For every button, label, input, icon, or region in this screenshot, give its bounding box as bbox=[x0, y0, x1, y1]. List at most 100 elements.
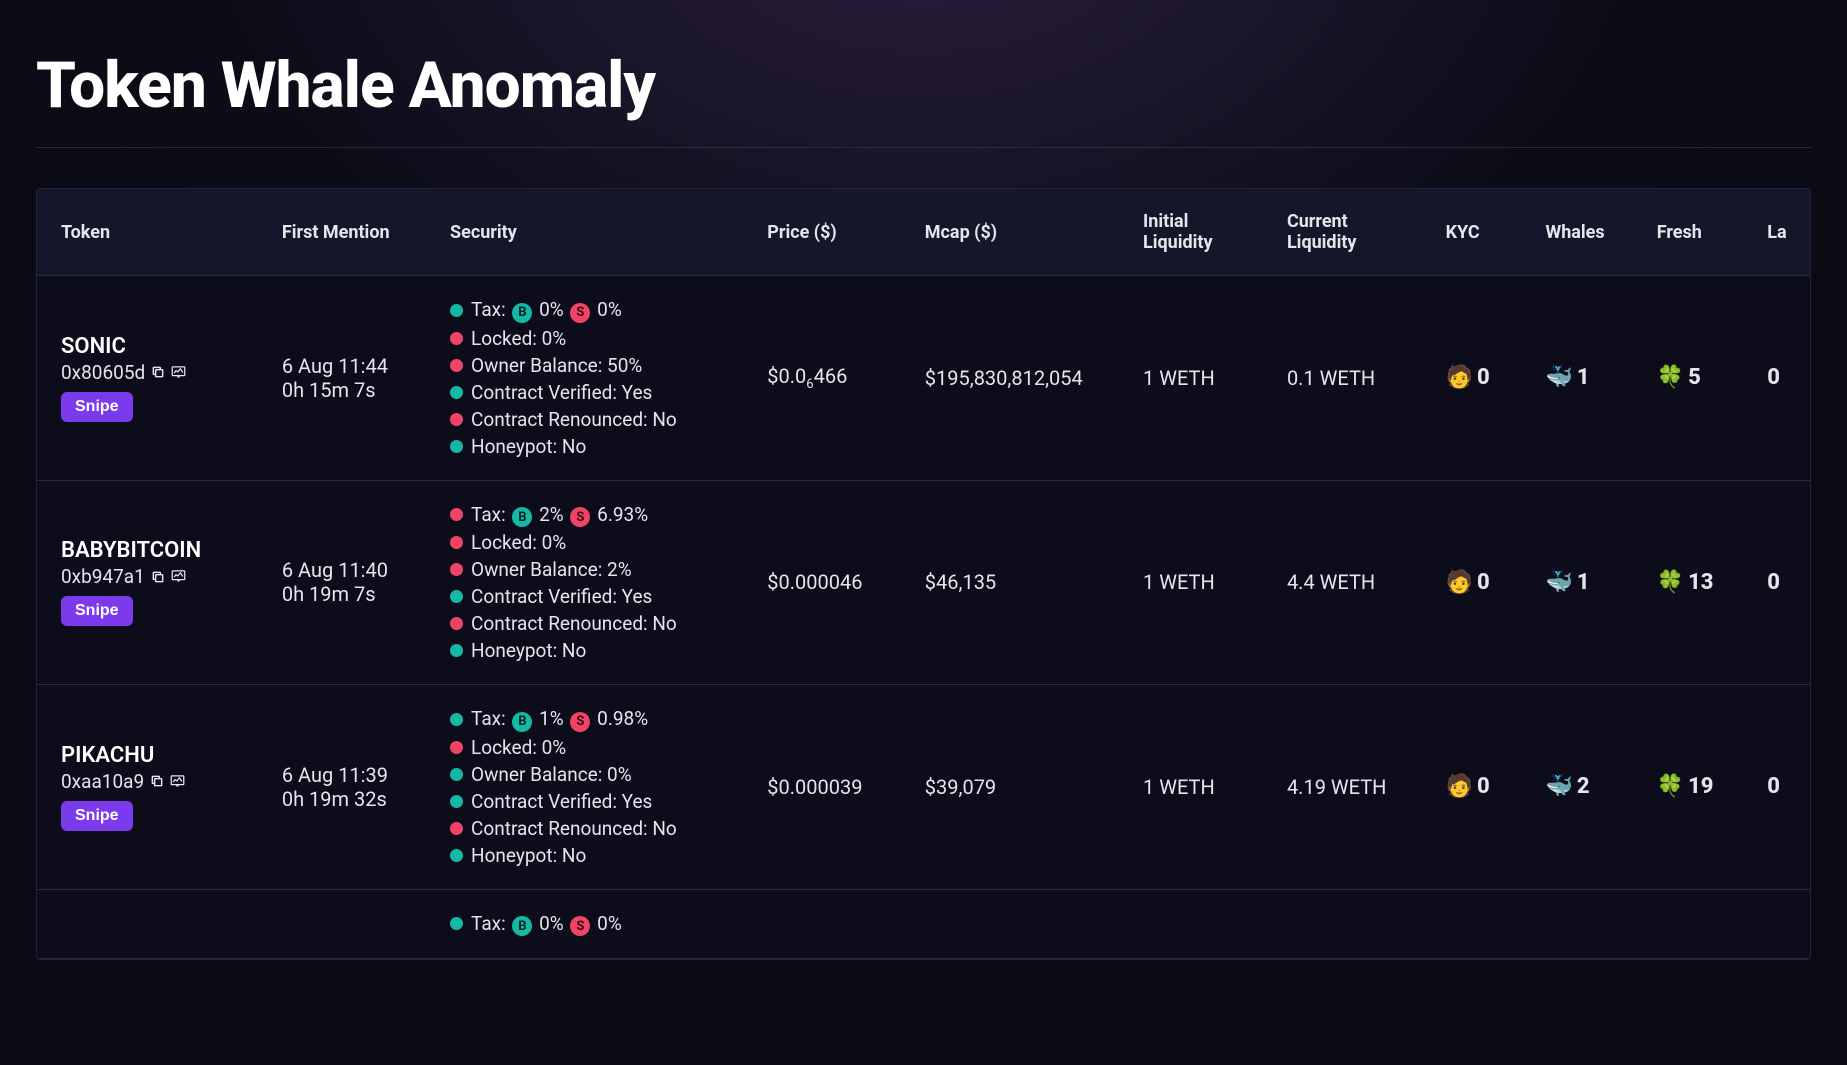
cell-la: 0 bbox=[1753, 480, 1810, 685]
security-owner: Owner Balance: 2% bbox=[450, 558, 739, 581]
status-dot-green-icon bbox=[450, 590, 463, 603]
buy-badge-icon: B bbox=[512, 712, 532, 732]
security-tax: Tax: B 0% S 0% bbox=[450, 298, 739, 323]
cell-kyc: 🧑0 bbox=[1432, 276, 1532, 481]
page-title: Token Whale Anomaly bbox=[36, 48, 1811, 123]
cell-security: Tax: B 1% S 0.98% Locked: 0% Owner Balance… bbox=[436, 685, 753, 890]
cell-first-mention bbox=[268, 889, 436, 959]
token-name: PIKACHU bbox=[61, 743, 254, 768]
security-renounced: Contract Renounced: No bbox=[450, 612, 739, 635]
first-mention-relative: 0h 15m 7s bbox=[282, 378, 422, 402]
cell-mcap: $195,830,812,054 bbox=[911, 276, 1129, 481]
cell-current-liquidity: 4.19 WETH bbox=[1273, 685, 1432, 890]
first-mention-date: 6 Aug 11:44 bbox=[282, 354, 422, 378]
cell-la bbox=[1753, 889, 1810, 959]
cell-price: $0.000046 bbox=[753, 480, 911, 685]
security-tax: Tax: B 2% S 6.93% bbox=[450, 503, 739, 528]
first-mention-date: 6 Aug 11:40 bbox=[282, 558, 422, 582]
cell-current-liquidity bbox=[1273, 889, 1432, 959]
status-dot-red-icon bbox=[450, 413, 463, 426]
clover-icon: 🍀 bbox=[1657, 365, 1684, 390]
col-kyc[interactable]: KYC bbox=[1432, 189, 1532, 276]
security-owner: Owner Balance: 0% bbox=[450, 763, 739, 786]
col-la[interactable]: La bbox=[1753, 189, 1810, 276]
status-dot-red-icon bbox=[450, 741, 463, 754]
status-dot-green-icon bbox=[450, 440, 463, 453]
status-dot-green-icon bbox=[450, 795, 463, 808]
cell-first-mention: 6 Aug 11:400h 19m 7s bbox=[268, 480, 436, 685]
cell-la: 0 bbox=[1753, 276, 1810, 481]
cell-token: BABYBITCOIN0xb947a1 Snipe bbox=[37, 480, 268, 685]
cell-fresh: 🍀5 bbox=[1643, 276, 1754, 481]
status-dot-red-icon bbox=[450, 359, 463, 372]
cell-whales: 🐳1 bbox=[1531, 480, 1642, 685]
security-honeypot: Honeypot: No bbox=[450, 435, 739, 458]
status-dot-green-icon bbox=[450, 386, 463, 399]
cell-la: 0 bbox=[1753, 685, 1810, 890]
cell-whales: 🐳1 bbox=[1531, 276, 1642, 481]
token-name: BABYBITCOIN bbox=[61, 538, 254, 563]
status-dot-red-icon bbox=[450, 617, 463, 630]
sell-badge-icon: S bbox=[570, 916, 590, 936]
security-tax: Tax: B 1% S 0.98% bbox=[450, 707, 739, 732]
table-header-row: Token First Mention Security Price ($) M… bbox=[37, 189, 1810, 276]
whale-icon: 🐳 bbox=[1545, 774, 1572, 799]
token-address: 0x80605d bbox=[61, 361, 145, 384]
cell-whales bbox=[1531, 889, 1642, 959]
col-token[interactable]: Token bbox=[37, 189, 268, 276]
chart-icon[interactable] bbox=[171, 365, 186, 380]
security-renounced: Contract Renounced: No bbox=[450, 408, 739, 431]
copy-icon[interactable] bbox=[150, 774, 164, 788]
table-row: SONIC0x80605dSnipe6 Aug 11:440h 15m 7sTa… bbox=[37, 276, 1810, 481]
security-tax: Tax: B 0% S 0% bbox=[450, 912, 739, 937]
cell-token: SONIC0x80605dSnipe bbox=[37, 276, 268, 481]
cell-token bbox=[37, 889, 268, 959]
kyc-icon: 🧑 bbox=[1446, 774, 1473, 799]
cell-kyc bbox=[1432, 889, 1532, 959]
clover-icon: 🍀 bbox=[1657, 774, 1684, 799]
col-price[interactable]: Price ($) bbox=[753, 189, 911, 276]
security-verified: Contract Verified: Yes bbox=[450, 790, 739, 813]
whale-icon: 🐳 bbox=[1545, 365, 1572, 390]
copy-icon[interactable] bbox=[151, 570, 165, 584]
token-address: 0xb947a1 bbox=[61, 565, 145, 588]
cell-first-mention: 6 Aug 11:390h 19m 32s bbox=[268, 685, 436, 890]
col-current-liquidity[interactable]: Current Liquidity bbox=[1273, 189, 1432, 276]
col-mcap[interactable]: Mcap ($) bbox=[911, 189, 1129, 276]
cell-initial-liquidity: 1 WETH bbox=[1129, 685, 1273, 890]
cell-fresh bbox=[1643, 889, 1754, 959]
cell-security: Tax: B 2% S 6.93%Locked: 0%Owner Balance… bbox=[436, 480, 753, 685]
status-dot-green-icon bbox=[450, 917, 463, 930]
copy-icon[interactable] bbox=[151, 365, 165, 379]
col-fresh[interactable]: Fresh bbox=[1643, 189, 1754, 276]
cell-token: PIKACHU0xaa10a9 Snipe bbox=[37, 685, 268, 890]
status-dot-green-icon bbox=[450, 644, 463, 657]
token-table: Token First Mention Security Price ($) M… bbox=[37, 189, 1810, 959]
cell-initial-liquidity: 1 WETH bbox=[1129, 480, 1273, 685]
snipe-button[interactable]: Snipe bbox=[61, 392, 133, 422]
cell-kyc: 🧑0 bbox=[1432, 685, 1532, 890]
first-mention-date: 6 Aug 11:39 bbox=[282, 763, 422, 787]
col-whales[interactable]: Whales bbox=[1531, 189, 1642, 276]
security-locked: Locked: 0% bbox=[450, 736, 739, 759]
status-dot-red-icon bbox=[450, 508, 463, 521]
clover-icon: 🍀 bbox=[1657, 570, 1684, 595]
token-address: 0xaa10a9 bbox=[61, 770, 144, 793]
chart-icon[interactable] bbox=[170, 774, 185, 789]
cell-price: $0.000039 bbox=[753, 685, 911, 890]
security-renounced: Contract Renounced: No bbox=[450, 817, 739, 840]
buy-badge-icon: B bbox=[512, 303, 532, 323]
buy-badge-icon: B bbox=[512, 916, 532, 936]
col-first-mention[interactable]: First Mention bbox=[268, 189, 436, 276]
sell-badge-icon: S bbox=[570, 712, 590, 732]
cell-fresh: 🍀19 bbox=[1643, 685, 1754, 890]
col-security[interactable]: Security bbox=[436, 189, 753, 276]
cell-mcap bbox=[911, 889, 1129, 959]
snipe-button[interactable]: Snipe bbox=[61, 801, 133, 831]
security-verified: Contract Verified: Yes bbox=[450, 585, 739, 608]
col-initial-liquidity[interactable]: Initial Liquidity bbox=[1129, 189, 1273, 276]
snipe-button[interactable]: Snipe bbox=[61, 596, 133, 626]
cell-current-liquidity: 4.4 WETH bbox=[1273, 480, 1432, 685]
cell-security: Tax: B 0% S 0% bbox=[436, 889, 753, 959]
chart-icon[interactable] bbox=[171, 569, 186, 584]
